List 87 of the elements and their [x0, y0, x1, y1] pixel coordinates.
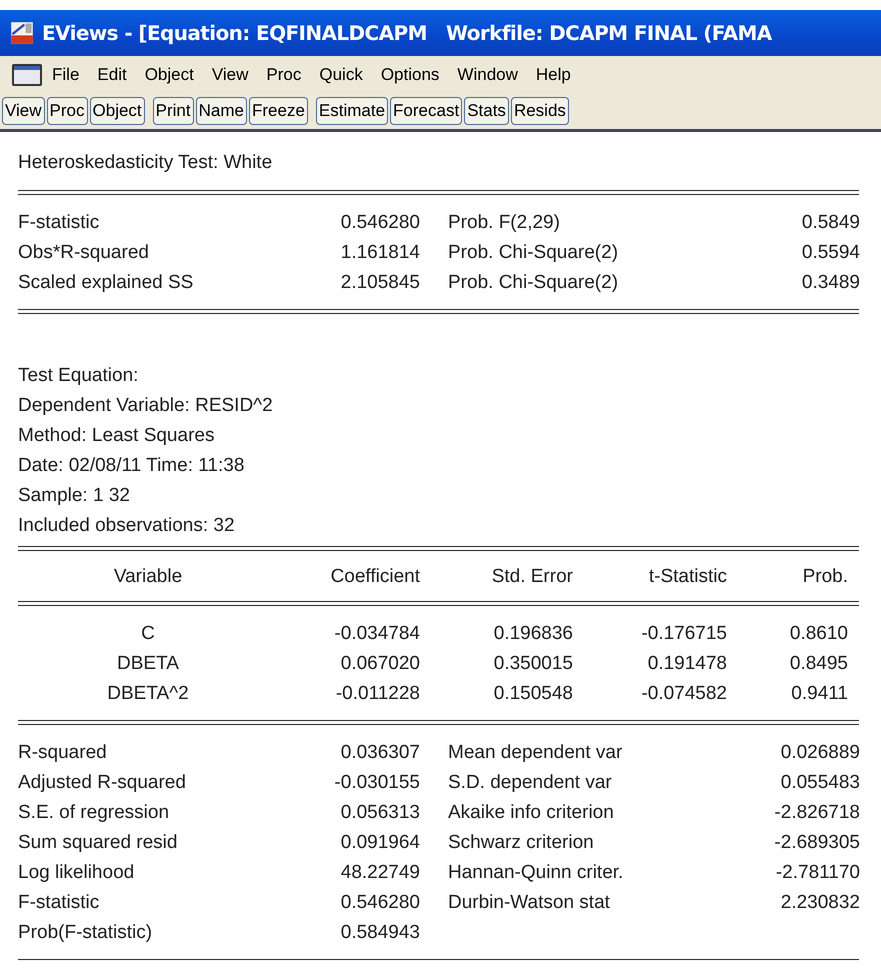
toolbar-button[interactable]: Stats	[464, 97, 509, 125]
stat-value: -2.826718	[773, 801, 860, 825]
stat-label: S.D. dependent var	[447, 771, 613, 795]
table-cell-text: -0.176715	[640, 622, 727, 646]
table-cell-text: 0.8610	[788, 622, 848, 646]
stat-value: -2.781170	[774, 861, 860, 885]
menu-item[interactable]: Object	[144, 64, 205, 84]
table-cell-text: 0.150548	[492, 682, 573, 706]
stat-label: Adjusted R-squared	[18, 771, 187, 795]
table-cell-text: -0.074582	[640, 682, 727, 706]
info-line: Dependent Variable: RESID^2	[18, 394, 274, 418]
stat-label: Prob(F-statistic)	[18, 921, 154, 945]
toolbar-button[interactable]: Forecast	[390, 97, 462, 125]
stat-label: Prob. Chi-Square(2)	[447, 241, 620, 265]
stat-label: Hannan-Quinn criter.	[447, 861, 624, 885]
stat-label: Sum squared resid	[18, 831, 178, 855]
menu-item[interactable]: File	[52, 64, 90, 84]
stat-label: Scaled explained SS	[18, 271, 194, 295]
info-line: Test Equation:	[18, 364, 140, 388]
info-line: Date: 02/08/11 Time: 11:38	[18, 454, 246, 478]
stat-value: 0.091964	[340, 831, 420, 855]
table-cell-text: -0.011228	[334, 682, 420, 706]
menu-item[interactable]: View	[212, 64, 260, 84]
table-cell-text: 0.9411	[790, 682, 848, 706]
table-cell-text: DBETA	[116, 652, 180, 676]
stat-label: Obs*R-squared	[18, 241, 150, 265]
menu-item[interactable]: Quick	[319, 64, 374, 84]
stat-value: 0.056313	[340, 801, 420, 825]
toolbar-button[interactable]: Object	[90, 97, 145, 125]
column-header: Std. Error	[490, 565, 573, 589]
table-cell-text: 0.067020	[340, 652, 420, 676]
stat-value: 2.105845	[340, 271, 420, 295]
stat-value: 0.026889	[780, 741, 860, 765]
menu-item[interactable]: Edit	[97, 64, 138, 84]
info-line: Method: Least Squares	[18, 424, 216, 448]
column-header: t-Statistic	[648, 565, 727, 589]
stat-label: Durbin-Watson stat	[447, 891, 611, 915]
stat-value: 0.055483	[780, 771, 860, 795]
stat-value: 1.161814	[340, 241, 420, 265]
toolbar-button[interactable]: Proc	[46, 97, 88, 125]
menu-item[interactable]: Proc	[266, 64, 312, 84]
document-icon	[12, 64, 42, 86]
table-cell-text: 0.350015	[492, 652, 573, 676]
toolbar-button[interactable]: Resids	[510, 97, 569, 125]
menu-item[interactable]: Help	[536, 64, 582, 84]
stat-label: F-statistic	[18, 211, 100, 235]
stat-value: 48.22749	[340, 861, 420, 885]
stat-label: Log likelihood	[18, 861, 136, 885]
column-header: Variable	[112, 565, 184, 589]
table-cell-text: 0.191478	[646, 652, 727, 676]
table-cell-text: -0.034784	[333, 622, 420, 646]
toolbar-button[interactable]: Estimate	[316, 97, 388, 125]
info-line: Included observations: 32	[18, 514, 236, 538]
stat-value: -2.689305	[773, 831, 860, 855]
stat-value: 0.3489	[800, 271, 860, 295]
column-header: Coefficient	[330, 565, 420, 589]
stat-value: 0.584943	[340, 921, 420, 945]
app-icon	[10, 21, 34, 45]
stat-label: F-statistic	[18, 891, 100, 915]
stat-label: R-squared	[18, 741, 108, 765]
stat-label: Akaike info criterion	[447, 801, 615, 825]
stat-label: Prob. F(2,29)	[447, 211, 561, 235]
info-line: Sample: 1 32	[18, 484, 131, 508]
stat-value: 0.036307	[340, 741, 420, 765]
menu-item[interactable]: Options	[380, 64, 450, 84]
stat-value: 0.546280	[340, 211, 420, 235]
stat-label: S.E. of regression	[18, 801, 170, 825]
output-heading: Heteroskedasticity Test: White	[18, 151, 274, 175]
table-cell-text: C	[140, 622, 156, 646]
toolbar-button[interactable]: View	[2, 97, 45, 125]
table-cell-text: 0.196836	[492, 622, 573, 646]
stat-label: Prob. Chi-Square(2)	[447, 271, 620, 295]
table-cell-text: 0.8495	[788, 652, 848, 676]
stat-label: Mean dependent var	[447, 741, 624, 765]
stat-value: 0.546280	[340, 891, 420, 915]
stat-value: 0.5849	[800, 211, 860, 235]
stat-value: 2.230832	[780, 891, 860, 915]
table-cell-text: DBETA^2	[106, 682, 190, 706]
toolbar-button[interactable]: Freeze	[248, 97, 308, 125]
stat-value: -0.030155	[333, 771, 420, 795]
stat-label: Schwarz criterion	[447, 831, 595, 855]
stat-value: 0.5594	[800, 241, 860, 265]
toolbar-button[interactable]: Print	[152, 97, 194, 125]
window-title: EViews - [Equation: EQFINALDCAPM Workfile: DCAPM FINAL (FAMA	[42, 21, 772, 45]
menu-item[interactable]: Window	[457, 64, 529, 84]
toolbar-button[interactable]: Name	[196, 97, 247, 125]
column-header: Prob.	[802, 565, 848, 589]
